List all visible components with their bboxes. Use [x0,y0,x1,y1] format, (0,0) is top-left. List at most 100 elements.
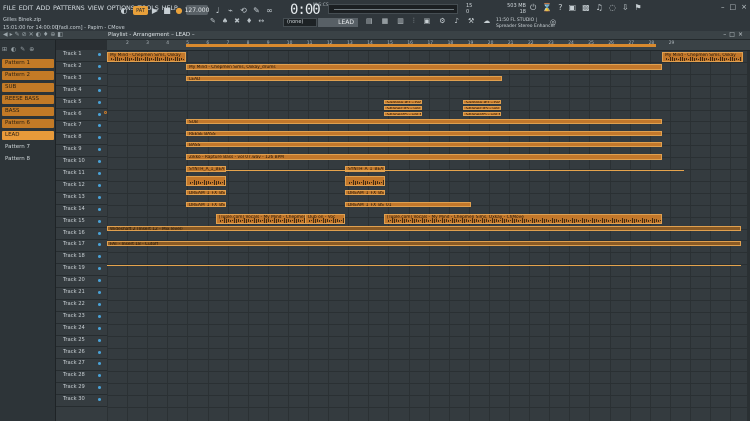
menu-patterns[interactable]: PATTERNS [53,4,85,12]
plugin-icon[interactable]: ⚙ [439,17,445,26]
cloud-icon[interactable]: ☁ [483,17,490,26]
track-header[interactable]: Track 15 [56,217,107,229]
track-enable-icon[interactable] [98,314,101,318]
track-header[interactable]: Track 21 [56,288,107,300]
track-enable-icon[interactable] [98,76,101,80]
track-enable-icon[interactable] [98,267,101,271]
playlist-clip[interactable]: FAT - Insert 18 - Cutoff [107,241,741,247]
track-header[interactable]: Track 16 [56,229,107,241]
playlist-clip[interactable]: Wideshaft 2 (Insert 12 - Mix level) [107,225,741,231]
track-enable-icon[interactable] [98,374,101,378]
playlist-icon[interactable]: ▤ [366,17,373,26]
wrench-icon[interactable]: ⚒ [468,17,474,26]
track-enable-icon[interactable] [98,100,101,104]
song-region-marker[interactable] [186,44,656,47]
pattern-item[interactable]: BASS [2,107,54,116]
track-enable-icon[interactable] [98,386,101,390]
track-header[interactable]: Track 8 [56,133,107,146]
playlist-clip[interactable]: Sample #1 - b/o Reve [463,99,501,104]
track-header[interactable]: Track 6 [56,110,107,122]
track-enable-icon[interactable] [98,398,101,402]
countdown-icon[interactable]: ⟲ [239,4,248,16]
mic-icon[interactable]: ♫ [596,3,603,13]
track-header[interactable]: Track 24 [56,324,107,336]
track-enable-icon[interactable] [98,160,101,164]
track-header[interactable]: Track 27 [56,359,107,372]
track-header[interactable]: Track 12 [56,181,107,193]
track-enable-icon[interactable] [98,350,101,354]
playlist-clip[interactable]: DREAM_1_FX_BS_01 [345,201,471,207]
flag-icon[interactable]: ⚑ [635,3,642,13]
save-icon[interactable]: ▣ [569,3,577,13]
playlist-clip[interactable]: Shaper 45 - vol Spread [463,105,501,110]
pattern-item-selected[interactable]: LEAD [2,131,54,140]
browser-icon[interactable]: ▣ [424,17,431,26]
track-enable-icon[interactable] [98,231,101,235]
record-mode-icon[interactable]: ◐ [119,4,129,16]
playlist-clip[interactable]: My Mind - Chepmen Sims, Oxkay [107,52,186,62]
step-edit-icon[interactable]: ✎ [252,4,261,16]
track-enable-icon[interactable] [98,219,101,223]
track-header[interactable]: Track 1 [56,50,107,62]
playlist-clip[interactable]: LEAD [186,75,502,81]
playlist-clip[interactable]: [Tuple.com] Vocals - My Mind - Chepmen S… [384,213,662,224]
track-header[interactable]: Track 20 [56,276,107,288]
track-enable-icon[interactable] [98,124,101,128]
track-header[interactable]: Track 22 [56,300,107,312]
track-header[interactable]: Track 13 [56,193,107,205]
draw-tool-icon[interactable]: ✎ [210,17,216,25]
chat-icon[interactable]: ◌ [609,3,616,13]
track-enable-icon[interactable] [98,64,101,68]
tempo-display[interactable]: 127.000 [185,5,209,15]
pat-song-toggle[interactable]: PAT [133,6,148,15]
paint-tool-icon[interactable]: ♠ [222,17,228,25]
menu-file[interactable]: FILE [3,4,16,12]
playlist-clip[interactable]: Shaper45 - vol Mid Mix [384,111,422,116]
track-enable-icon[interactable] [98,195,101,199]
track-enable-icon[interactable] [98,148,101,152]
piano-roll-icon[interactable]: ▦ [382,17,389,26]
maximize-icon[interactable]: □ [730,3,737,11]
minimize-icon[interactable]: – [721,3,725,11]
track-enable-icon[interactable] [98,326,101,330]
track-header[interactable]: Track 14 [56,205,107,217]
pattern-item[interactable]: Pattern 1 [2,59,54,68]
help-icon[interactable]: ? [558,3,562,13]
menu-edit[interactable]: EDIT [19,4,33,12]
stop-icon[interactable]: ■ [163,4,171,16]
menu-add[interactable]: ADD [36,4,50,12]
track-header[interactable]: Track 23 [56,312,107,324]
track-header[interactable]: Track 19 [56,264,107,277]
track-header[interactable]: Track 9 [56,145,107,158]
channel-rack-icon[interactable]: ▥ [397,17,404,26]
record-icon[interactable]: ● [175,4,183,16]
playlist-clip[interactable]: Dub on - Voc [305,213,345,224]
track-header[interactable]: Track 17 [56,240,107,253]
play-icon[interactable]: ▶ [151,4,159,16]
track-enable-icon[interactable] [98,338,101,342]
playlist-clip[interactable]: DREAM_1_FX_BS_01 [345,190,385,196]
track-enable-icon[interactable] [98,291,101,294]
arrangement-grid[interactable]: My Mind - Chepmen Sims, Oxkay My Mind - C… [107,51,750,421]
loop-record-icon[interactable]: ∞ [265,4,274,16]
snap-selector[interactable]: (none) [283,18,317,27]
slip-tool-icon[interactable]: ↔ [258,17,264,25]
mute-tool-icon[interactable]: ♦ [246,17,252,25]
track-header[interactable]: Track 26 [56,348,107,360]
playlist-clip[interactable]: Shaper45 - vol Mid Mix [463,111,501,116]
playlist-clip[interactable]: My Mind - Chepmen Sims, Oxkay [662,52,743,62]
undo-history-icon[interactable]: ⌛ [542,3,552,13]
track-header[interactable]: Track 29 [56,383,107,396]
playlist-clip[interactable]: SUB [186,118,662,124]
track-enable-icon[interactable] [98,243,101,247]
metronome-icon[interactable]: ♩ [213,4,222,16]
playlist-tool-icons[interactable]: ◀▸✎⊘✕◐♦⊕◧ [3,31,65,38]
playlist-clip[interactable]: My Mind - Chepmen Sims, Oxkay_drums [186,63,662,70]
picker-tool-icons[interactable]: ⊞◐✎⊕ [2,46,54,55]
track-enable-icon[interactable] [98,362,101,366]
track-enable-icon[interactable] [98,136,101,140]
track-header[interactable]: Track 30 [56,395,107,407]
track-header[interactable]: Track 18 [56,252,107,265]
playlist-clip[interactable] [345,175,385,186]
track-header[interactable]: Track 11 [56,169,107,181]
